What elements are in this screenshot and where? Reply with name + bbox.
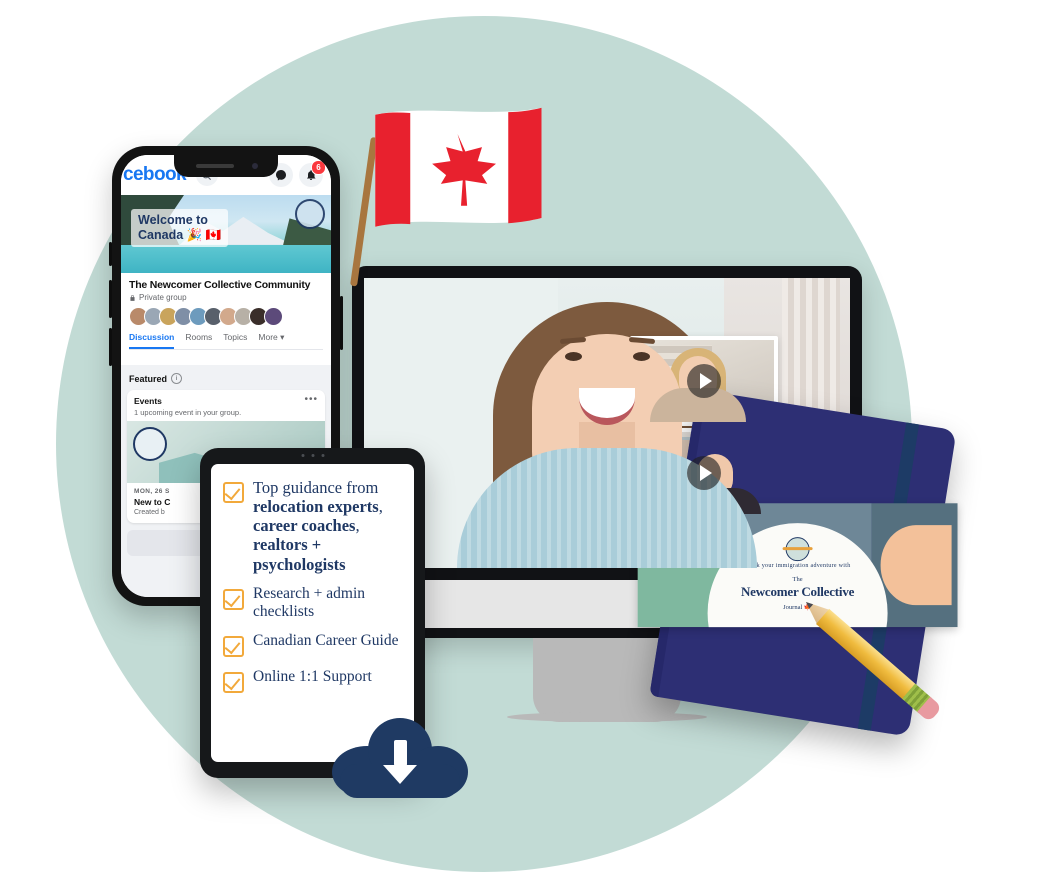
avatar	[264, 307, 283, 326]
group-cover-photo: Welcome to Canada 🎉 🇨🇦	[121, 195, 331, 273]
band-panel-peach	[880, 525, 952, 605]
checklist-text: Research + admin checklists	[253, 584, 366, 620]
welcome-line-1: Welcome to	[138, 213, 208, 227]
band-subtitle: Journal 🍁	[783, 604, 813, 612]
chk-part: Top guidance from	[253, 478, 379, 497]
play-icon[interactable]	[687, 364, 721, 398]
globe-icon	[785, 537, 810, 562]
phone-notch	[174, 155, 278, 177]
tab-discussion[interactable]: Discussion	[129, 332, 175, 349]
tablet-camera-dots	[301, 454, 324, 457]
phone-mute-switch[interactable]	[109, 242, 112, 266]
checklist-text: Top guidance from relocation experts, ca…	[253, 478, 402, 574]
tab-rooms[interactable]: Rooms	[185, 332, 212, 349]
speaker-grille	[196, 164, 234, 168]
front-camera	[252, 163, 258, 169]
arrow-head	[383, 765, 417, 784]
host-eye-right	[633, 352, 650, 361]
host-eye-left	[565, 352, 582, 361]
member-avatars[interactable]	[129, 307, 323, 326]
chk-part: ,	[378, 497, 383, 517]
checklist-item: Research + admin checklists	[223, 585, 402, 621]
phone-volume-down[interactable]	[109, 328, 112, 366]
featured-header: Featured i	[127, 371, 325, 390]
bell-icon[interactable]: 6	[299, 160, 326, 187]
group-header: The Newcomer Collective Community Privat…	[121, 273, 331, 350]
download-arrow	[383, 740, 417, 784]
more-options-icon[interactable]: •••	[304, 395, 318, 405]
welcome-line-2: Canada 🎉 🇨🇦	[138, 227, 222, 242]
globe-icon	[295, 199, 325, 229]
cloud-download-icon[interactable]	[332, 712, 468, 798]
lock-icon	[130, 294, 135, 301]
band-title: Newcomer Collective	[740, 584, 855, 600]
flag-cloth	[370, 100, 545, 245]
events-subtitle: 1 upcoming event in your group.	[134, 408, 242, 417]
scene-stage: cebook 6 Welcome to Canada 🎉 🇨🇦 The Newc…	[0, 0, 1058, 887]
flag-svg	[375, 107, 542, 227]
globe-icon	[133, 427, 167, 461]
checkbox-checked-icon[interactable]	[223, 588, 244, 610]
arrow-stem	[393, 740, 407, 766]
checklist-text: Canadian Career Guide	[253, 631, 399, 649]
tab-more[interactable]: More ▾	[258, 332, 284, 349]
band-the: The	[792, 576, 803, 584]
privacy-label: Private group	[139, 293, 187, 302]
events-title: Events	[134, 396, 162, 406]
group-name: The Newcomer Collective Community	[129, 279, 311, 291]
checklist-text: Online 1:1 Support	[253, 667, 372, 685]
group-tabs: Discussion Rooms Topics More ▾	[129, 332, 323, 350]
chk-part-bold: relocation experts	[253, 497, 379, 517]
chk-part: ,	[355, 516, 360, 536]
canadian-flag	[346, 96, 556, 287]
phone-power-button[interactable]	[340, 296, 343, 350]
checklist-item: Online 1:1 Support	[223, 668, 402, 693]
chk-part-bold: career coaches	[253, 516, 356, 536]
play-icon[interactable]	[687, 456, 721, 490]
phone-volume-up[interactable]	[109, 280, 112, 318]
cover-lake	[121, 244, 331, 273]
welcome-banner: Welcome to Canada 🎉 🇨🇦	[131, 209, 229, 247]
checklist-item: Top guidance from relocation experts, ca…	[223, 478, 402, 574]
chk-part-bold: realtors + psychologists	[253, 535, 346, 574]
checklist-item: Canadian Career Guide	[223, 632, 402, 657]
notification-badge: 6	[311, 160, 326, 175]
tab-topics[interactable]: Topics	[223, 332, 247, 349]
group-privacy: Private group	[129, 293, 323, 302]
checkbox-checked-icon[interactable]	[223, 482, 244, 503]
checkbox-checked-icon[interactable]	[223, 671, 244, 693]
featured-label: Featured	[129, 373, 168, 384]
info-icon[interactable]: i	[171, 373, 183, 384]
checkbox-checked-icon[interactable]	[223, 635, 244, 657]
events-card-header: Events 1 upcoming event in your group. •…	[127, 390, 325, 421]
